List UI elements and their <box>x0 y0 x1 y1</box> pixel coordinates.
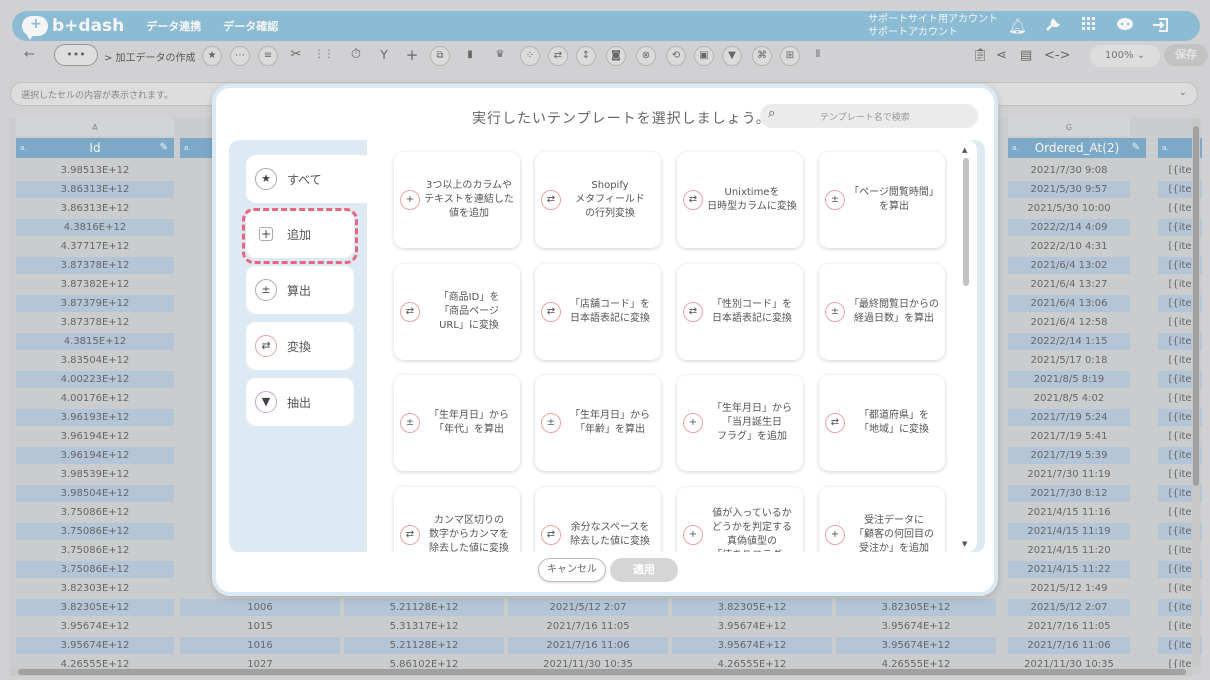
template-type-icon: + <box>400 190 420 210</box>
template-card-label: 「商品ID」を 「商品ページ URL」に変換 <box>438 292 500 331</box>
template-card-label: 「生年月日」から 「年代」を算出 <box>429 410 509 435</box>
template-type-icon: ⇄ <box>683 190 703 210</box>
template-panel: ★ すべて + 追加 ± 算出 ⇄ 変換 ▼ 抽出 +3つ以上のカラムや テキス… <box>229 140 985 552</box>
template-card[interactable]: ⇄ Unixtimeを 日時型カラムに変換 <box>677 152 803 248</box>
template-card-label: 「最終閲覧日からの 経過日数」を算出 <box>849 299 939 324</box>
template-card[interactable]: ± 「生年月日」から 「年齢」を算出 <box>535 375 661 471</box>
category-label: 抽出 <box>287 395 312 410</box>
template-card[interactable]: ⇄ 「都道府県」を 「地域」に変換 <box>819 375 945 471</box>
category-convert[interactable]: ⇄ 変換 <box>246 322 354 370</box>
calculator-icon: ± <box>255 279 277 301</box>
category-all[interactable]: ★ すべて <box>246 155 372 203</box>
template-card-label: 「性別コード」を 日本語表記に変換 <box>712 299 792 324</box>
convert-icon: ⇄ <box>255 335 277 357</box>
template-search-input[interactable]: ⌕ テンプレート名で検索 <box>760 104 978 128</box>
star-icon: ★ <box>255 168 277 190</box>
template-scrollbar[interactable]: ▲ ▼ <box>962 146 969 548</box>
template-card[interactable]: + 値が入っているか どうかを判定する 真偽値型の 「値ありフラグ」 <box>677 487 803 552</box>
template-type-icon: ⇄ <box>400 525 420 545</box>
template-type-icon: + <box>825 525 845 545</box>
highlight-outline <box>242 208 358 264</box>
template-card[interactable]: ⇄ カンマ区切りの 数字からカンマを 除去した値に変換 <box>394 487 520 552</box>
template-type-icon: ⇄ <box>541 190 561 210</box>
template-card-label: 3つ以上のカラムや テキストを連結した 値を追加 <box>424 180 514 219</box>
template-card[interactable]: ⇄ 余分なスペースを 除去した値に変換 <box>535 487 661 552</box>
template-type-icon: ⇄ <box>541 302 561 322</box>
template-card[interactable]: ⇄ 「性別コード」を 日本語表記に変換 <box>677 264 803 360</box>
scrollbar-thumb[interactable] <box>963 158 969 286</box>
template-card[interactable]: ⇄ 「店舗コード」を 日本語表記に変換 <box>535 264 661 360</box>
template-modal: 実行したいテンプレートを選択しましょう。 ⌕ テンプレート名で検索 ★ すべて … <box>212 84 998 596</box>
category-extract[interactable]: ▼ 抽出 <box>246 378 354 426</box>
template-card[interactable]: ± 「ページ閲覧時間」 を算出 <box>819 152 945 248</box>
template-card-label: 「ページ閲覧時間」 を算出 <box>849 187 939 212</box>
cancel-button[interactable]: キャンセル <box>538 558 606 582</box>
template-card[interactable]: ⇄ Shopify メタフィールド の行列変換 <box>535 152 661 248</box>
template-type-icon: + <box>683 525 703 545</box>
scroll-down-icon[interactable]: ▼ <box>962 540 967 548</box>
template-card-label: Unixtimeを 日時型カラムに変換 <box>707 187 797 212</box>
apply-button[interactable]: 適用 <box>610 558 678 582</box>
template-card-label: 「店舗コード」を 日本語表記に変換 <box>570 299 650 324</box>
template-card-label: 「都道府県」を 「地域」に変換 <box>859 410 929 435</box>
scroll-up-icon[interactable]: ▲ <box>962 146 967 154</box>
filter-icon: ▼ <box>255 391 277 413</box>
template-type-icon: ± <box>825 190 845 210</box>
template-card-label: 「生年月日」から 「当月誕生日 フラグ」を追加 <box>712 403 792 442</box>
template-card-label: 「生年月日」から 「年齢」を算出 <box>570 410 650 435</box>
category-label: 算出 <box>287 283 312 298</box>
template-card-label: 受注データに 「顧客の何回目の 受注か」を追加 <box>854 515 934 552</box>
template-type-icon: ± <box>400 413 420 433</box>
template-type-icon: ± <box>541 413 561 433</box>
template-card-label: 値が入っているか どうかを判定する 真偽値型の 「値ありフラグ」 <box>712 508 792 552</box>
template-card[interactable]: +3つ以上のカラムや テキストを連結した 値を追加 <box>394 152 520 248</box>
template-type-icon: ⇄ <box>541 525 561 545</box>
category-label: 変換 <box>287 339 312 354</box>
category-label: すべて <box>287 172 322 187</box>
template-card-label: 余分なスペースを 除去した値に変換 <box>570 522 650 547</box>
template-card[interactable]: + 「生年月日」から 「当月誕生日 フラグ」を追加 <box>677 375 803 471</box>
template-type-icon: ⇄ <box>825 413 845 433</box>
template-type-icon: + <box>683 413 703 433</box>
template-card[interactable]: ± 「生年月日」から 「年代」を算出 <box>394 375 520 471</box>
category-calculate[interactable]: ± 算出 <box>246 266 354 314</box>
template-card-label: カンマ区切りの 数字からカンマを 除去した値に変換 <box>429 515 509 552</box>
template-card[interactable]: + 受注データに 「顧客の何回目の 受注か」を追加 <box>819 487 945 552</box>
template-card[interactable]: ± 「最終閲覧日からの 経過日数」を算出 <box>819 264 945 360</box>
modal-title: 実行したいテンプレートを選択しましょう。 <box>472 111 771 127</box>
search-placeholder: テンプレート名で検索 <box>820 113 910 123</box>
search-icon: ⌕ <box>768 106 776 121</box>
template-type-icon: ⇄ <box>400 302 420 322</box>
template-type-icon: ⇄ <box>683 302 703 322</box>
template-type-icon: ± <box>825 302 845 322</box>
template-card[interactable]: ⇄ 「商品ID」を 「商品ページ URL」に変換 <box>394 264 520 360</box>
template-card-label: Shopify メタフィールド の行列変換 <box>575 180 645 219</box>
